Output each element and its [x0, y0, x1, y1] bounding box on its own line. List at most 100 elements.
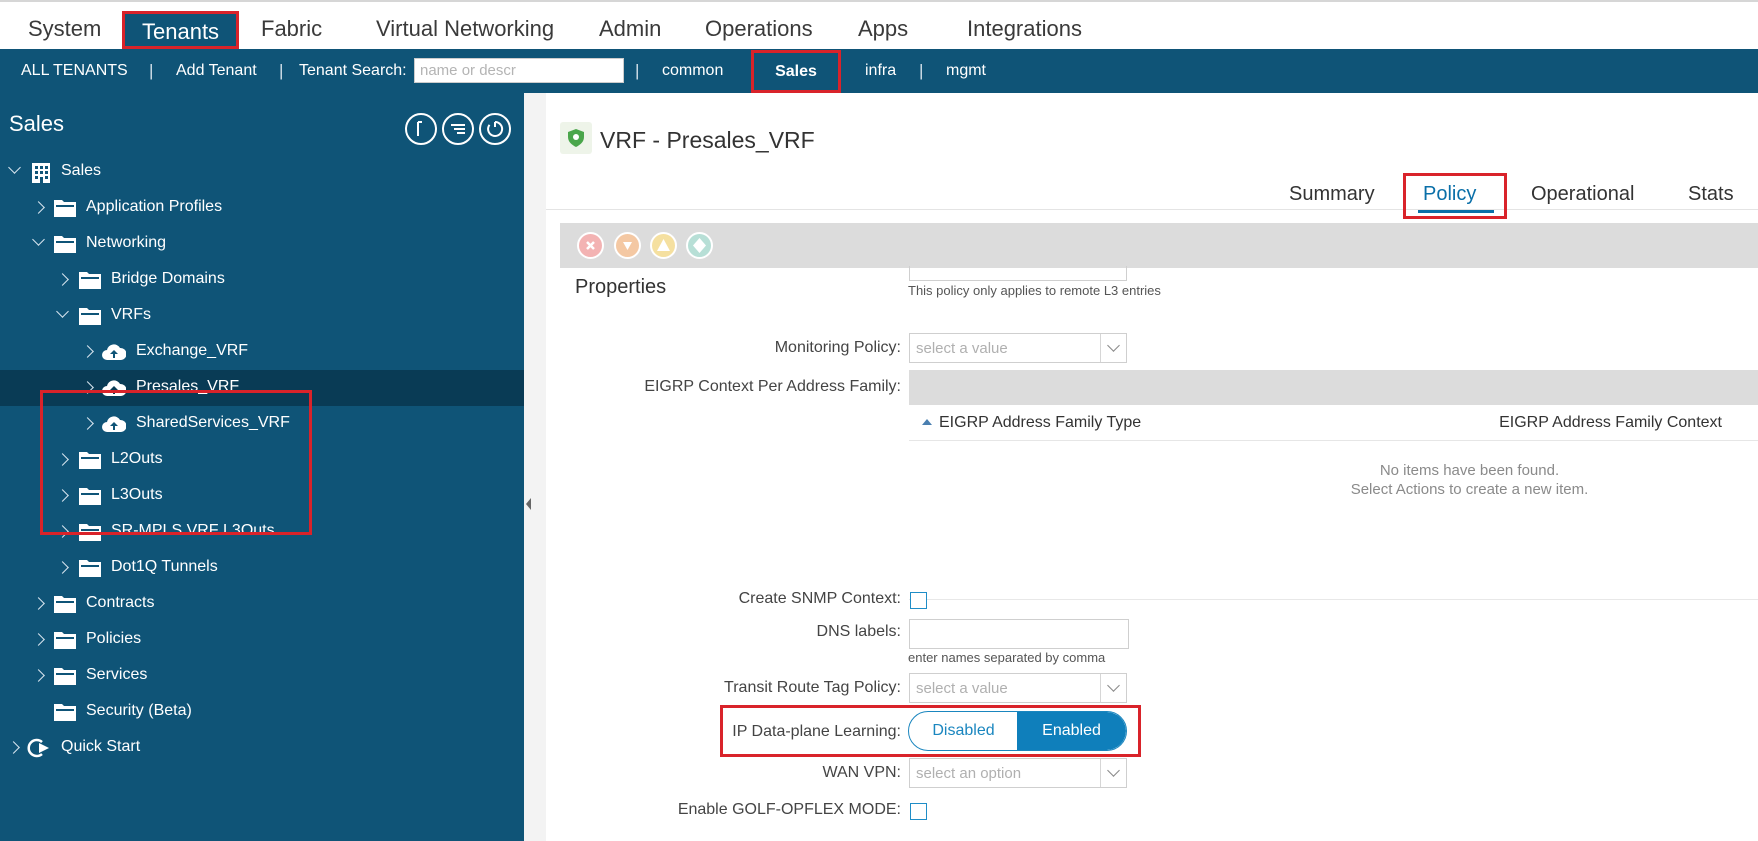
nav-apps[interactable]: Apps [858, 16, 908, 42]
column-header-type[interactable]: EIGRP Address Family Type [939, 414, 1141, 432]
refresh-icon[interactable] [479, 113, 511, 145]
transit-route-tag-select[interactable]: select a value [909, 673, 1127, 703]
nav-fabric[interactable]: Fabric [261, 16, 322, 42]
tree-item-policies[interactable]: Policies [0, 622, 524, 658]
wan-vpn-select[interactable]: select an option [909, 758, 1127, 788]
vrf-shield-icon [560, 122, 592, 154]
eigrp-context-table: EIGRP Address Family Type EIGRP Address … [909, 370, 1758, 600]
tree-item-label: Services [86, 666, 148, 683]
minor-fault-icon[interactable] [650, 232, 677, 259]
nav-virtual-networking[interactable]: Virtual Networking [376, 16, 554, 42]
chevron-right-icon[interactable] [32, 669, 45, 682]
tenant-search-label: Tenant Search: [299, 62, 407, 79]
tenant-common-link[interactable]: common [662, 62, 723, 80]
chevron-right-icon[interactable] [32, 201, 45, 214]
tree-item-security-beta[interactable]: Security (Beta) [0, 694, 524, 730]
tree-item-label: Application Profiles [86, 198, 223, 215]
tree-item-label: Quick Start [61, 738, 141, 755]
golf-opflex-checkbox[interactable] [910, 803, 927, 820]
chevron-down-icon[interactable] [32, 233, 45, 246]
tree-item-dot1q-tunnels[interactable]: Dot1Q Tunnels [0, 550, 524, 586]
collapse-arrow-icon[interactable] [526, 498, 531, 510]
tree-item-application-profiles[interactable]: Application Profiles [0, 190, 524, 226]
toggle-disabled-option[interactable]: Disabled [909, 712, 1018, 750]
select-placeholder: select a value [916, 680, 1008, 697]
navigation-sidebar: Sales Sales Application Profiles Network… [0, 93, 524, 841]
chevron-right-icon[interactable] [32, 633, 45, 646]
table-header: EIGRP Address Family Type EIGRP Address … [909, 405, 1758, 441]
tree-item-label: VRFs [111, 306, 151, 323]
chevron-right-icon[interactable] [81, 417, 94, 430]
tree-item-networking[interactable]: Networking [0, 226, 524, 262]
tree-item-bridge-domains[interactable]: Bridge Domains [0, 262, 524, 298]
tree-item-exchange-vrf[interactable]: Exchange_VRF [0, 334, 524, 370]
chevron-down-icon[interactable] [1100, 759, 1126, 787]
all-tenants-link[interactable]: ALL TENANTS [21, 62, 128, 80]
monitoring-policy-select[interactable]: select a value [909, 333, 1127, 363]
chevron-down-icon[interactable] [8, 161, 21, 174]
tab-summary[interactable]: Summary [1289, 183, 1375, 206]
tree-item-tenant-sales[interactable]: Sales [0, 154, 524, 190]
chevron-right-icon[interactable] [32, 597, 45, 610]
ip-data-plane-learning-toggle[interactable]: Disabled Enabled [908, 711, 1127, 751]
chevron-right-icon[interactable] [56, 273, 69, 286]
chevron-right-icon[interactable] [81, 381, 94, 394]
tenant-infra-link[interactable]: infra [865, 62, 896, 80]
pin-icon[interactable] [405, 113, 437, 145]
tenant-mgmt-link[interactable]: mgmt [946, 62, 986, 80]
add-tenant-link[interactable]: Add Tenant [176, 62, 257, 80]
page-title: VRF - Presales_VRF [600, 127, 815, 153]
tree-item-label: SharedServices_VRF [136, 414, 290, 431]
nav-integrations[interactable]: Integrations [967, 16, 1082, 42]
tenant-search-input[interactable] [414, 58, 624, 83]
tree-item-label: SR-MPLS VRF L3Outs [111, 522, 275, 539]
chevron-right-icon[interactable] [56, 525, 69, 538]
tree-item-quick-start[interactable]: Quick Start [0, 730, 524, 766]
quick-start-icon [27, 738, 49, 758]
tree-item-contracts[interactable]: Contracts [0, 586, 524, 622]
tenant-sales-link[interactable]: Sales [751, 50, 841, 93]
tree-item-l3outs[interactable]: L3Outs [0, 478, 524, 514]
folder-icon [54, 236, 76, 253]
folder-icon [79, 452, 101, 469]
chevron-down-icon[interactable] [1100, 674, 1126, 702]
critical-fault-icon[interactable] [577, 232, 604, 259]
main-panel: VRF - Presales_VRF Summary Policy Operat… [546, 93, 1758, 841]
tree-item-services[interactable]: Services [0, 658, 524, 694]
tree-item-label: Contracts [86, 594, 155, 611]
nav-system[interactable]: System [28, 16, 101, 42]
snmp-context-checkbox[interactable] [910, 592, 927, 609]
chevron-right-icon[interactable] [56, 561, 69, 574]
folder-icon [79, 272, 101, 289]
nav-tenants[interactable]: Tenants [122, 11, 240, 49]
partially-scrolled-select[interactable] [909, 266, 1127, 281]
table-toolbar [909, 370, 1758, 405]
folder-icon [54, 200, 76, 217]
chevron-right-icon[interactable] [56, 489, 69, 502]
toggle-enabled-option[interactable]: Enabled [1017, 712, 1126, 750]
tab-operational[interactable]: Operational [1531, 183, 1634, 206]
tab-stats[interactable]: Stats [1688, 183, 1734, 206]
tree-item-l2outs[interactable]: L2Outs [0, 442, 524, 478]
tree-item-sr-mpls-vrf-l3outs[interactable]: SR-MPLS VRF L3Outs [0, 514, 524, 550]
nav-operations[interactable]: Operations [705, 16, 813, 42]
column-header-context[interactable]: EIGRP Address Family Context [1499, 414, 1722, 432]
eigrp-context-label: EIGRP Context Per Address Family: [644, 378, 901, 395]
chevron-down-icon[interactable] [1100, 334, 1126, 362]
chevron-right-icon[interactable] [7, 741, 20, 754]
vrf-cloud-icon [102, 344, 126, 360]
chevron-right-icon[interactable] [81, 345, 94, 358]
dns-labels-input[interactable] [909, 619, 1129, 649]
tree-item-vrfs[interactable]: VRFs [0, 298, 524, 334]
chevron-down-icon[interactable] [56, 305, 69, 318]
list-filter-icon[interactable] [442, 113, 474, 145]
wan-vpn-label: WAN VPN: [822, 764, 901, 781]
major-fault-icon[interactable] [614, 232, 641, 259]
chevron-right-icon[interactable] [56, 453, 69, 466]
warning-fault-icon[interactable] [686, 232, 713, 259]
nav-admin[interactable]: Admin [599, 16, 661, 42]
sidebar-splitter[interactable] [524, 93, 546, 841]
tree-item-sharedservices-vrf[interactable]: SharedServices_VRF [0, 406, 524, 442]
tree-item-presales-vrf[interactable]: Presales_VRF [0, 370, 524, 406]
sort-ascending-icon[interactable] [922, 419, 932, 425]
